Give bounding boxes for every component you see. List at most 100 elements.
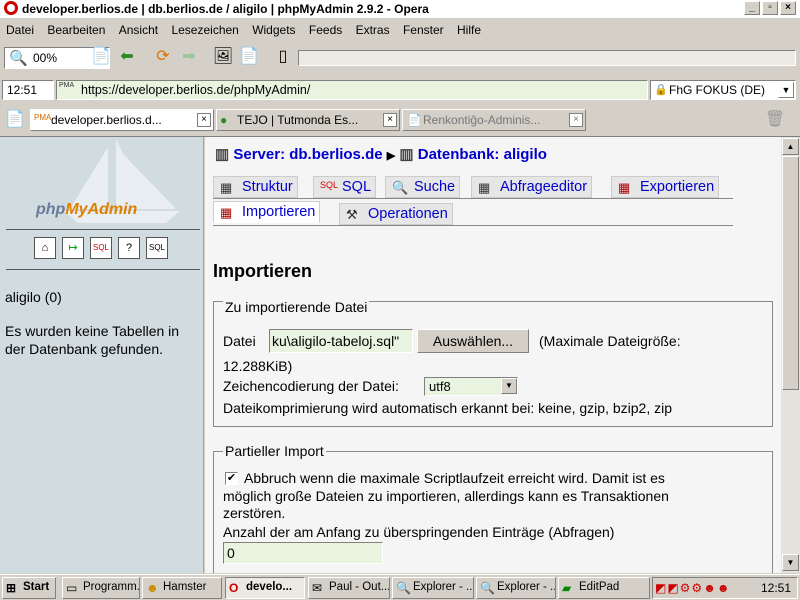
tab-exportieren[interactable]: ▦ Exportieren <box>611 176 720 198</box>
tray-clock: 12:51 <box>761 581 792 595</box>
charset-value: utf8 <box>429 379 451 394</box>
menu-feeds[interactable]: Feeds <box>303 20 346 37</box>
taskbar-item-opera[interactable]: Odevelo... <box>225 577 305 599</box>
tab-bar: 📄 PMA developer.berlios.d... × ● TEJO | … <box>0 107 800 135</box>
chevron-right-icon: ▶ <box>386 150 396 162</box>
export-icon: ▦ <box>618 180 631 195</box>
menu-extras[interactable]: Extras <box>350 20 394 37</box>
file-path-input[interactable]: ku\aligilo-tabeloj.sql" <box>269 329 413 353</box>
sql-query-icon[interactable]: SQL <box>90 237 112 259</box>
image-icon[interactable]: 🖼 <box>212 46 234 70</box>
database-icon: ▥ <box>399 146 414 163</box>
tray-icons[interactable]: ◩◩⚙⚙☻☻ <box>655 581 730 595</box>
db-name[interactable]: aligilo (0) <box>5 289 62 305</box>
opera-logo-icon <box>4 1 18 15</box>
taskbar-item-outlook[interactable]: ✉ Paul - Out... <box>308 577 390 599</box>
opera-icon: O <box>229 581 239 595</box>
menu-datei[interactable]: Datei <box>0 20 38 37</box>
start-button[interactable]: ⊞ Start <box>2 577 56 599</box>
menu-hilfe[interactable]: Hilfe <box>451 20 485 37</box>
abort-text-line3: zerstören. <box>223 505 286 521</box>
close-icon[interactable]: × <box>780 1 796 15</box>
import-icon: ▦ <box>220 205 233 220</box>
menu-fenster[interactable]: Fenster <box>397 20 448 37</box>
taskbar-item-hamster[interactable]: ☻ Hamster <box>142 577 222 599</box>
tab-divider <box>213 198 733 199</box>
page-icon[interactable]: 📄 <box>238 46 260 70</box>
home-icon[interactable]: ⌂ <box>34 237 56 259</box>
scroll-up-icon[interactable]: ▲ <box>782 138 799 155</box>
url-field[interactable]: PMA https://developer.berlios.de/phpMyAd… <box>56 80 648 100</box>
browse-button[interactable]: Auswählen... <box>417 329 529 353</box>
lock-icon: 🔒 <box>654 84 668 96</box>
window-title-bar: developer.berlios.de | db.berlios.de / a… <box>0 0 800 18</box>
structure-icon: ▦ <box>220 180 233 195</box>
menu-ansicht[interactable]: Ansicht <box>113 20 162 37</box>
close-icon[interactable]: × <box>383 113 397 127</box>
menu-widgets[interactable]: Widgets <box>246 20 299 37</box>
pma-favicon-icon: PMA <box>59 82 75 89</box>
no-tables-message: Es wurden keine Tabellen in der Datenban… <box>5 323 180 357</box>
menu-lesezeichen[interactable]: Lesezeichen <box>165 20 242 37</box>
sql-icon: SQL <box>320 180 339 190</box>
sql-docs-icon[interactable]: SQL <box>146 237 168 259</box>
search-icon: 🔍 <box>392 180 409 195</box>
close-icon[interactable]: × <box>569 113 583 127</box>
compression-text: Dateikomprimierung wird automatisch erka… <box>223 400 672 416</box>
pma-logo[interactable]: phpMyAdmin <box>36 201 137 219</box>
scroll-thumb[interactable] <box>782 156 799 390</box>
panel-icon[interactable]: ▯ <box>272 46 294 70</box>
tab-operationen[interactable]: ⚒ Operationen <box>339 203 453 225</box>
new-page-icon[interactable]: 📄 <box>90 46 112 70</box>
file-label: Datei <box>223 333 256 349</box>
zoom-value: 00% <box>33 51 58 65</box>
server-icon: ▥ <box>215 146 230 163</box>
abort-text-line1: Abbruch wenn die maximale Scriptlaufzeit… <box>244 470 665 486</box>
query-icon: ▦ <box>478 180 491 195</box>
taskbar: ⊞ Start ▭ Programm... ☻ Hamster Odevelo... … <box>0 574 800 600</box>
maximize-icon[interactable]: ▫ <box>762 1 778 15</box>
tab-label: Renkontiĝo-Adminis... <box>423 113 541 127</box>
tab-sql[interactable]: SQL SQL <box>313 176 377 198</box>
tab-tejo[interactable]: ● TEJO | Tutmonda Es... × <box>216 109 400 131</box>
breadcrumb-server[interactable]: Server: db.berlios.de <box>233 146 382 163</box>
reload-icon[interactable]: ⟳ <box>152 46 174 70</box>
window-icon: ▭ <box>66 581 78 595</box>
skip-count-input[interactable]: 0 <box>223 542 383 564</box>
back-icon[interactable]: ⬅ <box>116 46 138 70</box>
tab-abfrageeditor[interactable]: ▦ Abfrageeditor <box>471 176 593 198</box>
scroll-down-icon[interactable]: ▼ <box>782 554 799 571</box>
tools-icon: ⚒ <box>346 207 358 222</box>
tab-developer-berlios[interactable]: PMA developer.berlios.d... × <box>30 109 214 131</box>
new-tab-icon[interactable]: 📄 <box>4 109 26 133</box>
help-icon[interactable]: ? <box>118 237 140 259</box>
pma-main-panel: ▥ Server: db.berlios.de ▶ ▥ Datenbank: a… <box>205 137 781 573</box>
vertical-scrollbar[interactable]: ▲ ▼ <box>781 137 800 573</box>
menu-bar: Datei Bearbeiten Ansicht Lesezeichen Wid… <box>0 20 800 40</box>
chevron-down-icon[interactable]: ▼ <box>501 378 517 394</box>
close-icon[interactable]: × <box>197 113 211 127</box>
chevron-down-icon[interactable]: ▼ <box>778 82 794 98</box>
windows-logo-icon: ⊞ <box>6 581 17 595</box>
divider <box>6 229 200 230</box>
menu-bearbeiten[interactable]: Bearbeiten <box>41 20 109 37</box>
charset-select[interactable]: utf8 ▼ <box>424 377 518 396</box>
abort-checkbox[interactable]: ✔ <box>225 472 238 485</box>
taskbar-item-explorer-2[interactable]: 🔍 Explorer - ... <box>476 577 556 599</box>
page-title: Importieren <box>213 261 313 281</box>
security-location[interactable]: 🔒 FhG FOKUS (DE) <box>650 80 796 100</box>
tab-renkontigo[interactable]: 📄 Renkontiĝo-Adminis... × <box>402 109 586 131</box>
exit-icon[interactable]: ↦ <box>62 237 84 259</box>
tab-importieren[interactable]: ▦ Importieren <box>213 201 321 223</box>
max-size-value: 12.288KiB) <box>223 358 293 374</box>
taskbar-item-explorer-1[interactable]: 🔍 Explorer - ... <box>392 577 474 599</box>
breadcrumb-database[interactable]: Datenbank: aligilo <box>418 146 547 163</box>
taskbar-item-programm[interactable]: ▭ Programm... <box>62 577 140 599</box>
tab-struktur[interactable]: ▦ Struktur <box>213 176 298 198</box>
forward-icon[interactable]: ➡ <box>178 46 200 70</box>
taskbar-item-editpad[interactable]: ▰ EditPad <box>558 577 650 599</box>
progress-bar <box>298 50 796 66</box>
minimize-icon[interactable]: _ <box>744 1 760 15</box>
trash-icon[interactable]: 🗑 <box>764 109 786 133</box>
tab-suche[interactable]: 🔍 Suche <box>385 176 461 198</box>
